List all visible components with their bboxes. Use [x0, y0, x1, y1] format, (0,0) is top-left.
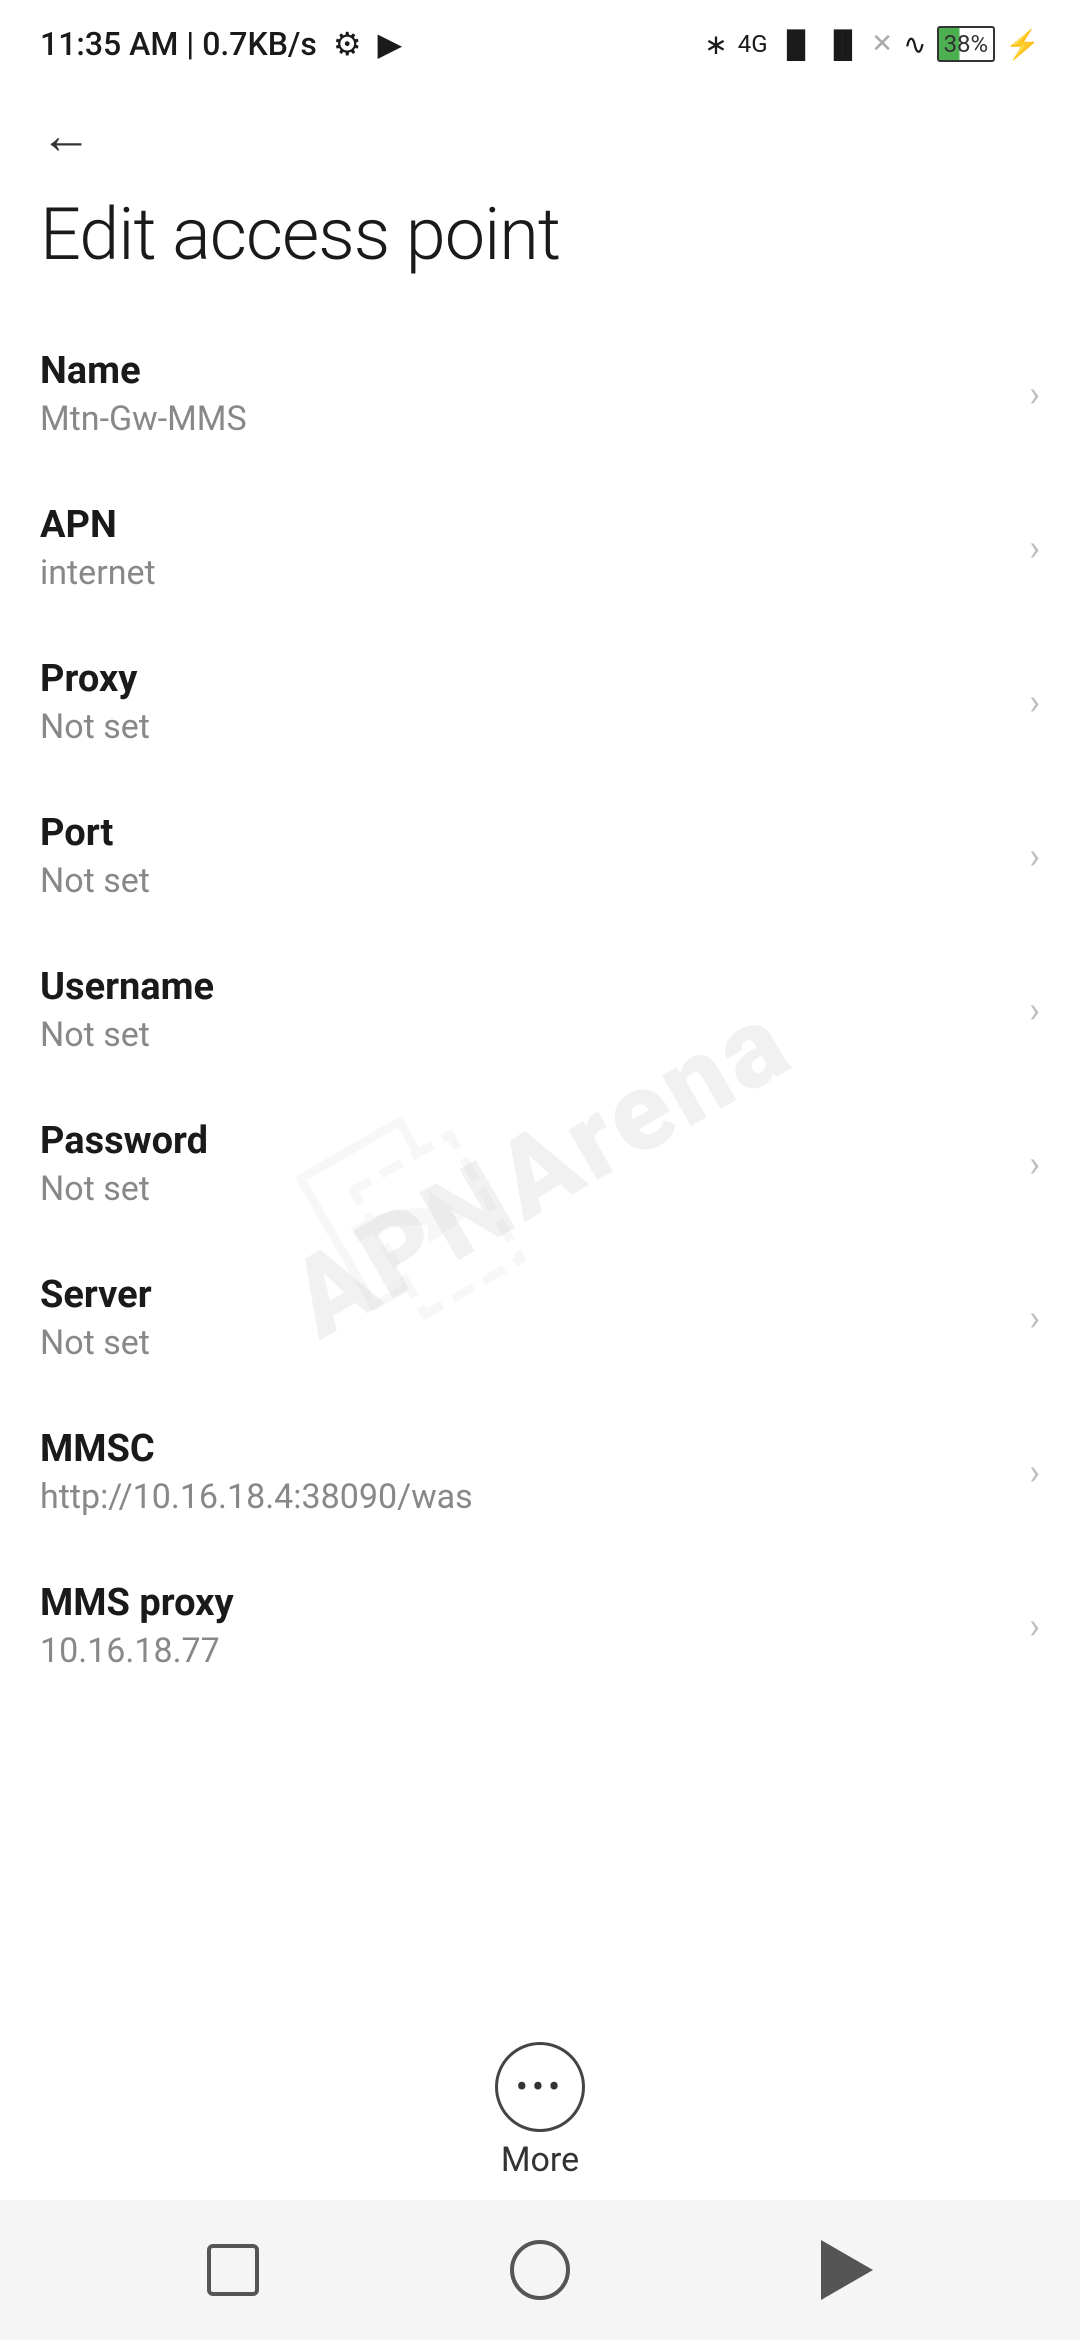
home-icon — [510, 2240, 570, 2300]
item-value-password: Not set — [40, 1169, 1009, 1209]
list-item-name[interactable]: Name Mtn-Gw-MMS › — [0, 317, 1080, 471]
nav-home-button[interactable] — [500, 2230, 580, 2310]
settings-icon: ⚙ — [333, 25, 362, 63]
list-item-apn[interactable]: APN internet › — [0, 471, 1080, 625]
more-dots-icon: ••• — [516, 2069, 564, 2105]
back-icon — [821, 2240, 873, 2300]
item-value-username: Not set — [40, 1015, 1009, 1055]
item-value-proxy: Not set — [40, 707, 1009, 747]
item-title-apn: APN — [40, 503, 1009, 547]
item-value-name: Mtn-Gw-MMS — [40, 399, 1009, 439]
list-item-password[interactable]: Password Not set › — [0, 1087, 1080, 1241]
bottom-nav — [0, 2200, 1080, 2340]
charging-icon: ⚡ — [1005, 28, 1040, 61]
no-signal-icon: ✕ — [871, 29, 893, 59]
list-item-mmsc[interactable]: MMSC http://10.16.18.4:38090/was › — [0, 1395, 1080, 1549]
list-item-port[interactable]: Port Not set › — [0, 779, 1080, 933]
item-title-mmsc: MMSC — [40, 1427, 1009, 1471]
item-title-port: Port — [40, 811, 1009, 855]
nav-back-button[interactable] — [807, 2230, 887, 2310]
chevron-mms-proxy: › — [1029, 1608, 1040, 1644]
recent-apps-icon — [207, 2244, 259, 2296]
battery-icon: 38% — [937, 26, 996, 62]
bluetooth-icon: ∗ — [704, 28, 727, 61]
item-title-username: Username — [40, 965, 1009, 1009]
video-icon: ▶ — [378, 25, 403, 63]
wifi-icon: ∿ — [903, 28, 926, 61]
item-value-apn: internet — [40, 553, 1009, 593]
page-title: Edit access point — [0, 172, 1080, 317]
status-right-icons: ∗ 4G ▐▌ ▐▌ ✕ ∿ 38% ⚡ — [704, 26, 1040, 62]
list-item-proxy[interactable]: Proxy Not set › — [0, 625, 1080, 779]
list-item-username[interactable]: Username Not set › — [0, 933, 1080, 1087]
item-value-port: Not set — [40, 861, 1009, 901]
signal2-icon: ▐▌ — [824, 29, 861, 60]
chevron-proxy: › — [1029, 684, 1040, 720]
list-item-mms-proxy[interactable]: MMS proxy 10.16.18.77 › — [0, 1549, 1080, 1703]
item-title-proxy: Proxy — [40, 657, 1009, 701]
item-value-mmsc: http://10.16.18.4:38090/was — [40, 1477, 1009, 1517]
item-title-name: Name — [40, 349, 1009, 393]
time-text: 11:35 AM | 0.7KB/s — [40, 25, 317, 63]
back-button[interactable]: ← — [40, 110, 92, 162]
more-button[interactable]: ••• More — [495, 2042, 585, 2180]
chevron-apn: › — [1029, 530, 1040, 566]
chevron-name: › — [1029, 376, 1040, 412]
chevron-mmsc: › — [1029, 1454, 1040, 1490]
chevron-username: › — [1029, 992, 1040, 1028]
list-item-server[interactable]: Server Not set › — [0, 1241, 1080, 1395]
chevron-port: › — [1029, 838, 1040, 874]
more-circle-icon: ••• — [495, 2042, 585, 2132]
item-title-mms-proxy: MMS proxy — [40, 1581, 1009, 1625]
item-value-mms-proxy: 10.16.18.77 — [40, 1631, 1009, 1671]
signal-icon: ▐▌ — [778, 29, 815, 60]
mobile-data-icon: 4G — [738, 30, 768, 58]
item-title-password: Password — [40, 1119, 1009, 1163]
item-value-server: Not set — [40, 1323, 1009, 1363]
list-container: Name Mtn-Gw-MMS › APN internet › Proxy N… — [0, 317, 1080, 1703]
nav-recent-button[interactable] — [193, 2230, 273, 2310]
status-time: 11:35 AM | 0.7KB/s ⚙ ▶ — [40, 25, 402, 63]
status-bar: 11:35 AM | 0.7KB/s ⚙ ▶ ∗ 4G ▐▌ ▐▌ ✕ ∿ 38… — [0, 0, 1080, 80]
chevron-password: › — [1029, 1146, 1040, 1182]
nav-bar: ← — [0, 80, 1080, 172]
more-label: More — [501, 2140, 579, 2180]
item-title-server: Server — [40, 1273, 1009, 1317]
chevron-server: › — [1029, 1300, 1040, 1336]
